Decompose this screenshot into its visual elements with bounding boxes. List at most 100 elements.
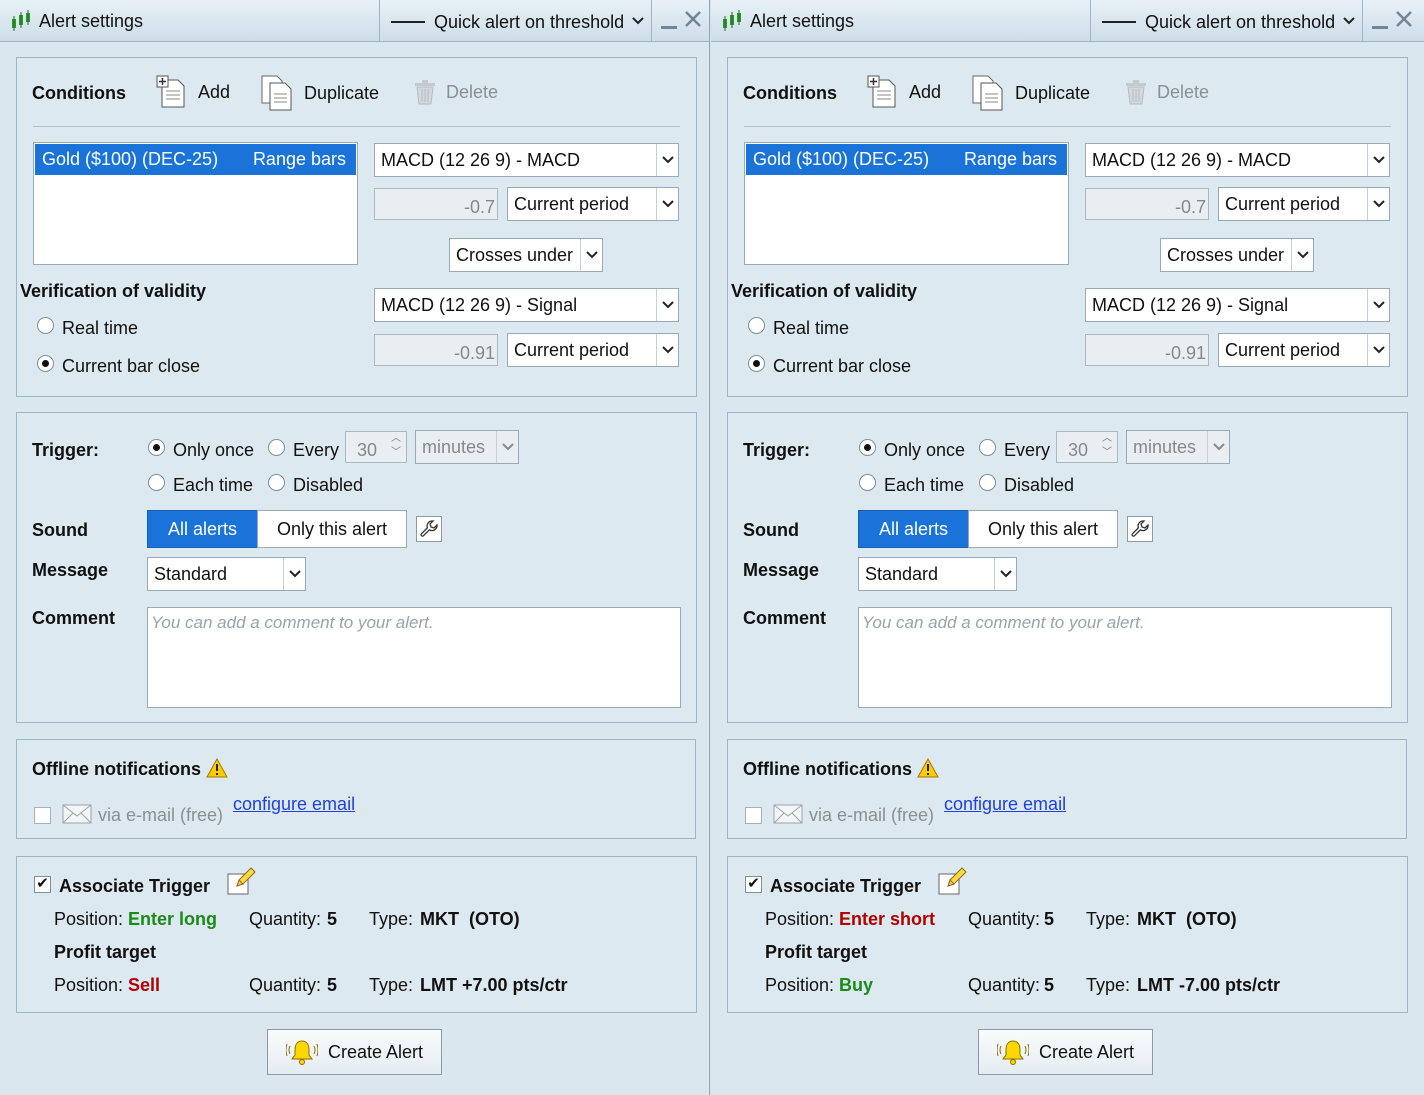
- period2-select[interactable]: Current period: [1218, 333, 1390, 367]
- sound-only-this[interactable]: Only this alert: [968, 510, 1118, 548]
- email-checkbox[interactable]: [34, 807, 51, 824]
- every-unit-select[interactable]: minutes: [415, 430, 519, 464]
- period1-select[interactable]: Current period: [1218, 187, 1390, 221]
- each-time-label: Each time: [173, 475, 254, 495]
- configure-email-link[interactable]: configure email: [233, 794, 355, 815]
- chevron-down-icon[interactable]: [632, 13, 644, 27]
- add-button[interactable]: Add: [156, 75, 230, 109]
- chevron-down-icon: [1291, 239, 1313, 271]
- list-item[interactable]: Gold ($100) (DEC-25) Range bars: [746, 144, 1067, 175]
- every-label: Every: [293, 440, 340, 460]
- pt-position-value: Sell: [128, 975, 161, 995]
- email-label: via e-mail (free): [809, 805, 935, 825]
- only-once-radio[interactable]: [859, 439, 876, 456]
- create-alert-button[interactable]: Create Alert: [267, 1029, 442, 1075]
- alert-type-dropdown[interactable]: Quick alert on threshold: [1145, 12, 1335, 33]
- wrench-icon[interactable]: [416, 516, 442, 542]
- wrench-icon[interactable]: [1127, 516, 1153, 542]
- instrument-list[interactable]: Gold ($100) (DEC-25) Range bars: [744, 142, 1069, 265]
- trigger-label: Trigger:: [32, 440, 100, 460]
- comment-textarea[interactable]: You can add a comment to your alert.: [858, 607, 1392, 708]
- real-time-radio[interactable]: [37, 317, 54, 334]
- operator-select[interactable]: Crosses under: [449, 238, 603, 272]
- pencil-icon[interactable]: [938, 867, 968, 895]
- trigger-panel: Trigger: Only once Every 30 ︿ ﹀ minutes Ea…: [727, 412, 1408, 723]
- comment-textarea[interactable]: You can add a comment to your alert.: [147, 607, 681, 708]
- only-once-radio[interactable]: [148, 439, 165, 456]
- bar-close-radio[interactable]: [37, 355, 54, 372]
- value1-input[interactable]: -0.7: [374, 188, 498, 220]
- chevron-down-icon[interactable]: [1343, 13, 1355, 27]
- sound-all-alerts[interactable]: All alerts: [147, 510, 258, 548]
- message-select[interactable]: Standard: [147, 557, 306, 591]
- minimize-icon[interactable]: [661, 26, 677, 29]
- every-unit-select[interactable]: minutes: [1126, 430, 1230, 464]
- indicator1-select[interactable]: MACD (12 26 9) - MACD: [374, 143, 679, 177]
- real-time-radio[interactable]: [748, 317, 765, 334]
- value2-input[interactable]: -0.91: [1085, 334, 1209, 366]
- quantity-label: Quantity:: [249, 909, 322, 929]
- every-stepper[interactable]: 30 ︿ ﹀: [345, 431, 407, 463]
- each-time-radio[interactable]: [148, 474, 165, 491]
- chart-icon: [723, 10, 741, 31]
- add-button[interactable]: Add: [867, 75, 941, 109]
- create-alert-button[interactable]: Create Alert: [978, 1029, 1153, 1075]
- every-stepper[interactable]: 30 ︿ ﹀: [1056, 431, 1118, 463]
- indicator1-select[interactable]: MACD (12 26 9) - MACD: [1085, 143, 1390, 177]
- value1-input[interactable]: -0.7: [1085, 188, 1209, 220]
- every-radio[interactable]: [268, 439, 285, 456]
- period2-select[interactable]: Current period: [507, 333, 679, 367]
- associate-checkbox[interactable]: ✔: [34, 876, 51, 893]
- email-checkbox[interactable]: [745, 807, 762, 824]
- delete-button[interactable]: Delete: [1123, 78, 1209, 106]
- add-doc-icon: [156, 75, 185, 108]
- each-time-radio[interactable]: [859, 474, 876, 491]
- list-item[interactable]: Gold ($100) (DEC-25) Range bars: [35, 144, 356, 175]
- chevron-down-icon: [1367, 188, 1389, 220]
- bar-close-label: Current bar close: [773, 356, 912, 376]
- message-select[interactable]: Standard: [858, 557, 1017, 591]
- associate-checkbox[interactable]: ✔: [745, 876, 762, 893]
- chevron-down-icon: [580, 239, 602, 271]
- line-style-icon: [391, 21, 425, 23]
- disabled-radio[interactable]: [268, 474, 285, 491]
- associate-heading: Associate Trigger: [59, 876, 211, 896]
- close-icon[interactable]: [683, 9, 703, 29]
- pt-position-value: Buy: [839, 975, 874, 995]
- sound-only-this[interactable]: Only this alert: [257, 510, 407, 548]
- operator-select[interactable]: Crosses under: [1160, 238, 1314, 272]
- duplicate-button[interactable]: Duplicate: [971, 75, 1090, 111]
- alert-type-dropdown[interactable]: Quick alert on threshold: [434, 12, 624, 33]
- minimize-icon[interactable]: [1372, 26, 1388, 29]
- close-icon[interactable]: [1394, 9, 1414, 29]
- chevron-down-icon: [656, 188, 678, 220]
- pencil-icon[interactable]: [227, 867, 257, 895]
- period1-select[interactable]: Current period: [507, 187, 679, 221]
- trigger-label: Trigger:: [743, 440, 811, 460]
- comment-label: Comment: [743, 608, 827, 628]
- indicator2-select[interactable]: MACD (12 26 9) - Signal: [1085, 288, 1390, 322]
- bar-close-radio[interactable]: [748, 355, 765, 372]
- warning-icon: [917, 758, 939, 778]
- offline-heading: Offline notifications: [32, 759, 201, 779]
- pt-type-value: LMT +7.00 pts/ctr: [420, 975, 568, 995]
- trash-icon: [1126, 80, 1146, 105]
- conditions-panel: Conditions Add Duplicate Delete Gold ($1…: [16, 57, 697, 397]
- indicator2-select[interactable]: MACD (12 26 9) - Signal: [374, 288, 679, 322]
- chart-icon: [12, 10, 30, 31]
- duplicate-icon: [972, 75, 1003, 111]
- pt-type-value: LMT -7.00 pts/ctr: [1137, 975, 1281, 995]
- chevron-down-icon: [1367, 334, 1389, 366]
- pt-quantity-value: 5: [1044, 975, 1055, 995]
- every-radio[interactable]: [979, 439, 996, 456]
- configure-email-link[interactable]: configure email: [944, 794, 1066, 815]
- trash-icon: [415, 80, 435, 105]
- sound-all-alerts[interactable]: All alerts: [858, 510, 969, 548]
- disabled-radio[interactable]: [979, 474, 996, 491]
- duplicate-button[interactable]: Duplicate: [260, 75, 379, 111]
- only-once-label: Only once: [884, 440, 966, 460]
- value2-input[interactable]: -0.91: [374, 334, 498, 366]
- instrument-list[interactable]: Gold ($100) (DEC-25) Range bars: [33, 142, 358, 265]
- delete-button[interactable]: Delete: [412, 78, 498, 106]
- message-label: Message: [743, 560, 820, 580]
